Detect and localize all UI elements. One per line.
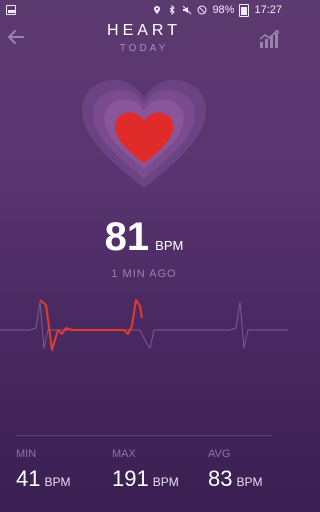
bluetooth-icon [167, 5, 177, 15]
stat-value: 41 [16, 466, 41, 491]
header: HEART TODAY [0, 22, 288, 62]
divider [16, 435, 272, 436]
do-not-disturb-icon [197, 5, 207, 15]
stats-summary: MIN 41 BPM MAX 191 BPM AVG 83 BPM [0, 448, 288, 498]
stat-unit: BPM [44, 475, 71, 489]
statistics-button[interactable] [258, 28, 280, 50]
current-bpm: 81 BPM [0, 215, 288, 260]
location-icon [152, 5, 162, 15]
bpm-value: 81 [104, 215, 150, 259]
page-title: HEART [107, 22, 181, 39]
bpm-unit: BPM [155, 238, 184, 253]
clock: 17:27 [254, 4, 282, 16]
stat-unit: BPM [236, 475, 263, 489]
stat-value: 83 [208, 466, 233, 491]
page-subtitle: TODAY [119, 43, 169, 54]
picture-notification-icon [6, 5, 16, 15]
stat-unit: BPM [152, 475, 179, 489]
ecg-waveform [0, 290, 288, 360]
heart-illustration [78, 76, 210, 194]
stat-avg: AVG 83 BPM [208, 448, 263, 492]
ecg-trace-active [39, 299, 143, 351]
status-bar: 98% 17:27 [0, 0, 288, 20]
stat-max: MAX 191 BPM [112, 448, 179, 492]
measurement-time: 1 MIN AGO [111, 268, 177, 280]
stat-label: AVG [208, 448, 231, 460]
ecg-trace-background [0, 301, 288, 350]
stat-value: 191 [112, 466, 149, 491]
stat-label: MAX [112, 448, 136, 460]
battery-icon [239, 3, 250, 17]
stat-min: MIN 41 BPM [16, 448, 71, 492]
battery-percent: 98% [212, 4, 235, 16]
mute-icon [182, 5, 192, 15]
stat-label: MIN [16, 448, 37, 460]
bar-chart-icon [259, 30, 279, 48]
